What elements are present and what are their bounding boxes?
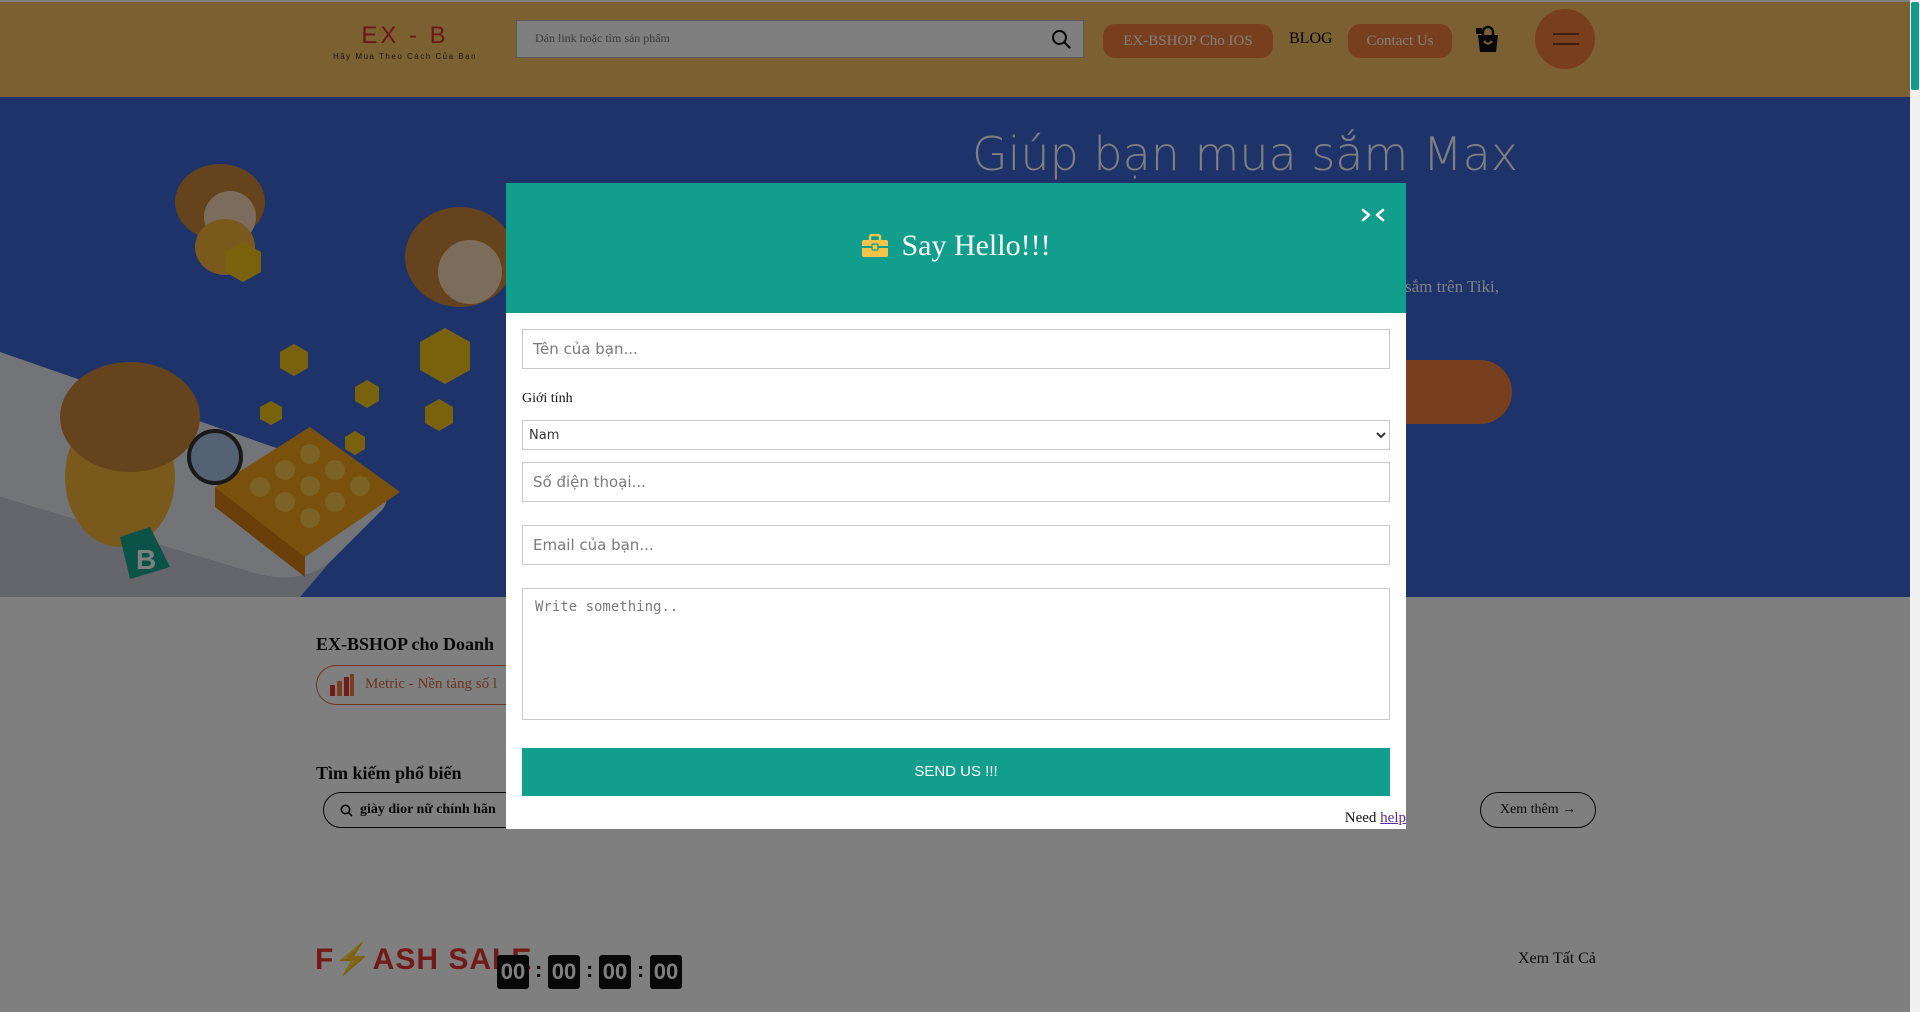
contact-modal: Say Hello!!! Giới tính Nam SEND US !!! N…	[506, 183, 1406, 829]
send-button[interactable]: SEND US !!!	[522, 748, 1390, 796]
help-prefix: Need	[1344, 810, 1381, 826]
name-field[interactable]	[522, 329, 1390, 369]
page-scrollbar[interactable]	[1910, 0, 1920, 1012]
modal-header: Say Hello!!!	[506, 183, 1406, 313]
page: EX - B Hãy Mua Theo Cách Của Bạn EX-BSHO…	[0, 0, 1910, 1012]
close-icon[interactable]	[1360, 205, 1386, 225]
email-field[interactable]	[522, 525, 1390, 565]
gender-select[interactable]: Nam	[522, 420, 1390, 450]
gender-label: Giới tính	[522, 391, 573, 406]
modal-title: Say Hello!!!	[506, 227, 1406, 263]
help-line: Need help	[1345, 810, 1406, 827]
briefcase-icon	[862, 233, 889, 258]
scrollbar-thumb[interactable]	[1911, 2, 1919, 90]
modal-title-text: Say Hello!!!	[901, 229, 1051, 263]
message-field[interactable]	[522, 588, 1390, 720]
help-link[interactable]: help	[1380, 810, 1406, 826]
phone-field[interactable]	[522, 462, 1390, 502]
